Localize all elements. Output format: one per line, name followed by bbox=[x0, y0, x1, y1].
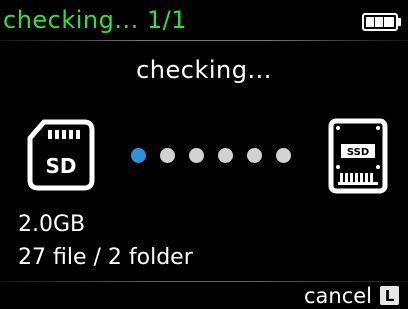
progress-dot bbox=[160, 148, 175, 163]
file-folder-count: 27 file / 2 folder bbox=[18, 245, 193, 270]
header-title: checking... 1/1 bbox=[3, 6, 188, 34]
header: checking... 1/1 bbox=[0, 0, 408, 40]
progress-dot bbox=[218, 148, 233, 163]
sd-card-label: SD bbox=[45, 154, 76, 178]
battery-full-icon bbox=[362, 13, 401, 31]
checking-screen: checking... 1/1 checking... SD SSD 2.0GB… bbox=[0, 0, 408, 309]
progress-dot bbox=[131, 148, 146, 163]
total-size: 2.0GB bbox=[18, 212, 86, 237]
cancel-key-letter: L bbox=[385, 287, 395, 305]
progress-dots bbox=[131, 148, 291, 164]
header-divider bbox=[0, 40, 408, 41]
cancel-button-label[interactable]: cancel bbox=[304, 284, 372, 308]
footer-divider bbox=[0, 281, 408, 282]
status-text: checking... bbox=[136, 56, 272, 84]
ssd-drive-icon: SSD bbox=[328, 118, 388, 194]
ssd-label: SSD bbox=[347, 147, 369, 158]
sd-card-icon: SD bbox=[27, 119, 95, 191]
l-key-icon[interactable]: L bbox=[380, 286, 399, 305]
progress-dot bbox=[276, 148, 291, 163]
progress-dot bbox=[189, 148, 204, 163]
progress-dot bbox=[247, 148, 262, 163]
